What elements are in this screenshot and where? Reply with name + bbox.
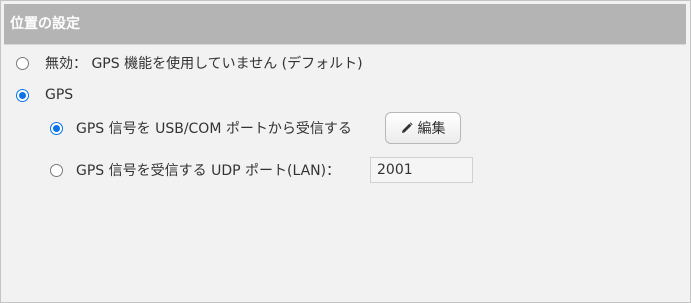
udp-port-input[interactable] <box>370 157 473 183</box>
option-usb-com[interactable]: GPS 信号を USB/COM ポートから受信する <box>50 117 352 139</box>
radio-gps[interactable] <box>16 88 29 102</box>
pencil-icon <box>401 122 413 133</box>
edit-button-label: 編集 <box>417 121 446 137</box>
header-divider <box>4 44 686 45</box>
option-gps-label: GPS <box>45 87 74 103</box>
radio-disabled[interactable] <box>16 56 29 70</box>
radio-usb-com[interactable] <box>50 121 63 135</box>
option-udp-label: GPS 信号を受信する UDP ポート(LAN)： <box>76 163 341 179</box>
option-udp[interactable]: GPS 信号を受信する UDP ポート(LAN)： <box>50 159 340 181</box>
option-disabled[interactable]: 無効： GPS 機能を使用していません (デフォルト) <box>16 52 363 74</box>
location-settings-panel: 位置の設定 <box>0 0 691 303</box>
panel-title: 位置の設定 <box>4 4 686 44</box>
radio-udp[interactable] <box>50 163 63 177</box>
option-gps[interactable]: GPS <box>16 84 73 106</box>
edit-button[interactable]: 編集 <box>385 112 461 144</box>
option-disabled-label: 無効： GPS 機能を使用していません (デフォルト) <box>45 56 363 72</box>
option-usb-com-label: GPS 信号を USB/COM ポートから受信する <box>76 121 352 137</box>
